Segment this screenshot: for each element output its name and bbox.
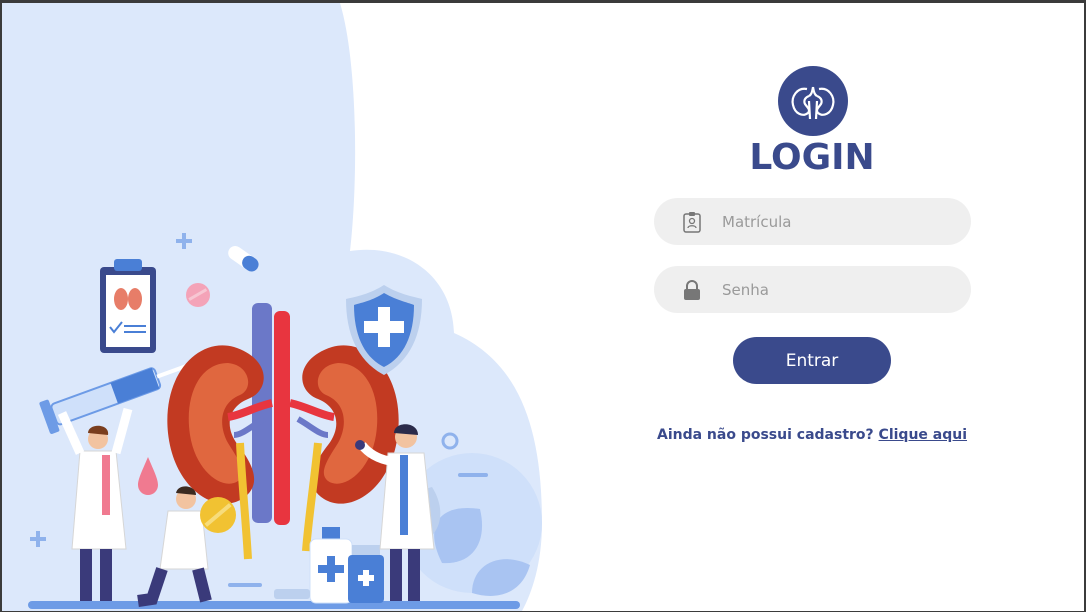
matricula-input[interactable] (720, 205, 954, 238)
signup-link[interactable]: Clique aqui (879, 427, 967, 443)
matricula-field[interactable] (654, 198, 971, 245)
kidney-health-illustration (2, 3, 542, 611)
login-title: LOGIN (749, 137, 875, 178)
signup-prompt: Ainda não possui cadastro? Clique aqui (622, 427, 1002, 443)
kidneys-icon (778, 66, 848, 136)
app-window: LOGIN Entrar Ainda não possui cadastro? … (2, 3, 1084, 611)
signup-prompt-text: Ainda não possui cadastro? (656, 427, 874, 443)
entrar-button[interactable]: Entrar (733, 337, 891, 384)
lock-icon (682, 279, 702, 301)
senha-field[interactable] (654, 266, 971, 313)
kidneys-logo-svg (791, 86, 835, 120)
senha-input[interactable] (720, 273, 954, 306)
id-badge-icon (682, 211, 702, 233)
